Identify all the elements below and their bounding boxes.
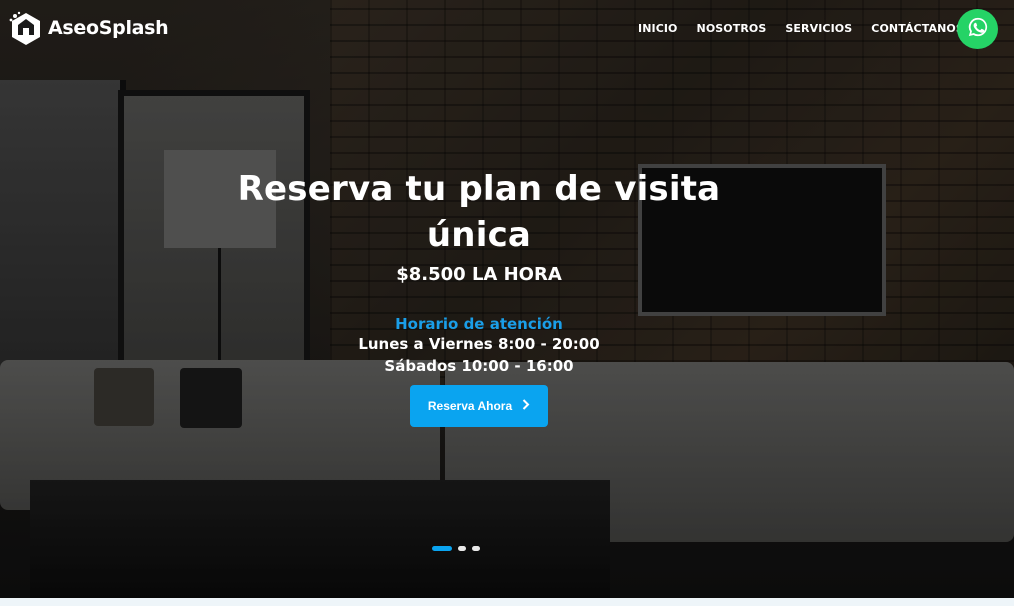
reserve-now-label: Reserva Ahora [427, 399, 513, 413]
page-bottom-strip [0, 598, 1014, 606]
slider-dot-2[interactable] [458, 546, 466, 551]
nav-item-servicios[interactable]: SERVICIOS [785, 20, 852, 37]
hero-content: Reserva tu plan de visita única $8.500 L… [0, 166, 958, 377]
hours-title: Horario de atención [395, 315, 563, 333]
slider-dots [432, 546, 480, 551]
whatsapp-icon [967, 16, 989, 42]
house-splash-icon [8, 10, 44, 46]
nav-item-inicio[interactable]: INICIO [638, 20, 678, 37]
hours-weekdays: Lunes a Viernes 8:00 - 20:00 [358, 335, 600, 353]
slider-dot-1[interactable] [432, 546, 452, 551]
brand-logo[interactable]: AseoSplash [8, 10, 169, 46]
main-nav: INICIO NOSOTROS SERVICIOS CONTÁCTANOS [638, 20, 983, 37]
nav-item-nosotros[interactable]: NOSOTROS [697, 20, 767, 37]
hero-banner: AseoSplash INICIO NOSOTROS SERVICIOS CON… [0, 0, 1014, 598]
hours-saturday: Sábados 10:00 - 16:00 [384, 357, 574, 375]
hero-price: $8.500 LA HORA [396, 264, 562, 285]
nav-item-contactanos[interactable]: CONTÁCTANOS [871, 20, 964, 37]
hero-title: Reserva tu plan de visita única [237, 169, 721, 255]
slider-dot-3[interactable] [472, 546, 480, 551]
brand-name: AseoSplash [48, 17, 169, 39]
whatsapp-button[interactable] [957, 9, 998, 49]
reserve-now-button[interactable]: Reserva Ahora [410, 385, 548, 427]
chevron-right-icon [522, 399, 530, 413]
